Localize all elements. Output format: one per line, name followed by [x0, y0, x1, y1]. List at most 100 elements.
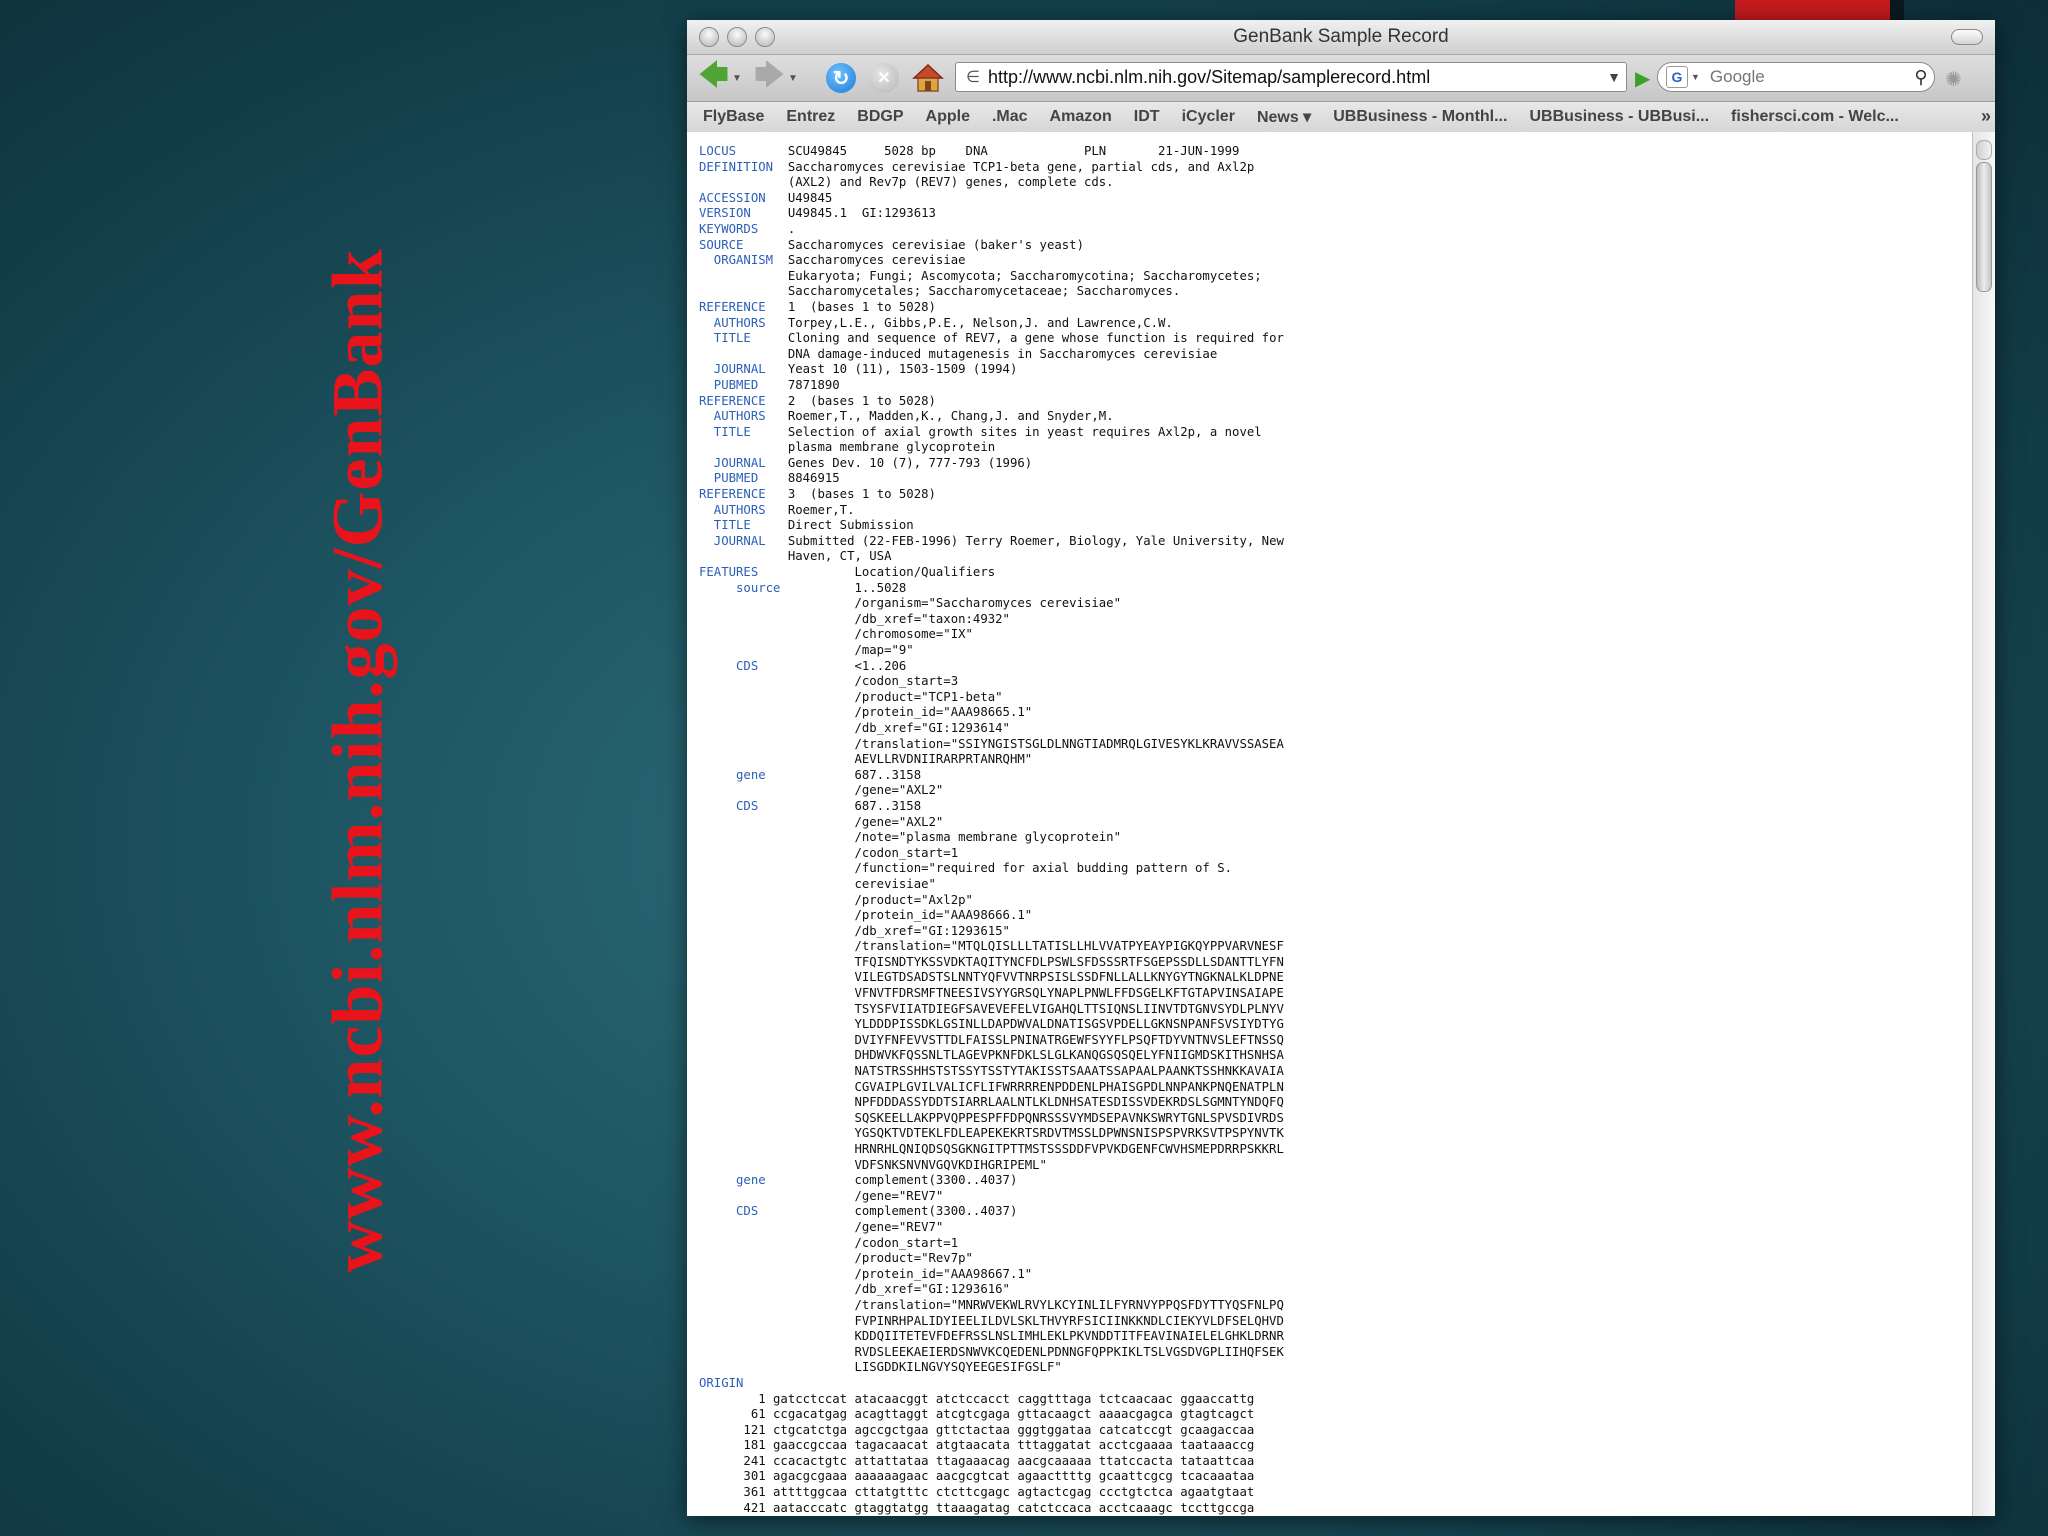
vertical-scrollbar[interactable] — [1972, 132, 1995, 1516]
record-line: REFERENCE 3 (bases 1 to 5028) — [699, 487, 1973, 503]
bookmark-apple[interactable]: Apple — [926, 108, 970, 126]
record-line: /map="9" — [699, 643, 1973, 659]
slide-title-text: www.ncbi.nlm.nih.gov/GenBank — [317, 247, 398, 1273]
record-keyword[interactable]: PUBMED — [699, 378, 758, 392]
record-value: /gene="REV7" — [699, 1188, 944, 1203]
record-value: /function="required for axial budding pa… — [699, 861, 1233, 876]
more-bookmarks-chevron-icon[interactable]: » — [1981, 106, 1991, 127]
dark-tab-decoration — [1890, 0, 1904, 20]
record-keyword[interactable]: AUTHORS — [699, 503, 766, 517]
record-value: 7871890 — [758, 377, 840, 392]
record-value: complement(3300..4037) — [765, 1173, 1018, 1188]
record-keyword[interactable]: gene — [699, 768, 766, 782]
record-keyword[interactable]: TITLE — [699, 518, 751, 532]
record-value: Eukaryota; Fungi; Ascomycota; Saccharomy… — [699, 268, 1262, 283]
record-line: ORIGIN — [699, 1376, 1973, 1392]
record-keyword[interactable]: CDS — [699, 799, 758, 813]
address-bar[interactable]: ∈ http://www.ncbi.nlm.nih.gov/Sitemap/sa… — [955, 62, 1627, 92]
bookmark-flybase[interactable]: FlyBase — [703, 108, 764, 126]
google-engine-icon[interactable]: G — [1666, 66, 1688, 88]
record-keyword[interactable]: gene — [699, 1173, 766, 1187]
genbank-record: LOCUS SCU49845 5028 bp DNA PLN 21-JUN-19… — [687, 132, 1973, 1516]
search-bar[interactable]: G▼ ⚲ — [1657, 62, 1935, 92]
record-value: /organism="Saccharomyces cerevisiae" — [699, 596, 1121, 611]
bookmark-icycler[interactable]: iCycler — [1182, 108, 1235, 126]
record-keyword[interactable]: JOURNAL — [699, 362, 766, 376]
bookmark-mac[interactable]: .Mac — [992, 108, 1028, 126]
record-keyword[interactable]: TITLE — [699, 425, 751, 439]
engine-chevron-down-icon[interactable]: ▼ — [1691, 72, 1700, 82]
browser-window: GenBank Sample Record 🡄 ▼ 🡆 ▼ ↻ ✕ ∈ http:/… — [687, 20, 1995, 1516]
record-value: complement(3300..4037) — [758, 1204, 1018, 1219]
toolbar-toggle-button[interactable] — [1951, 29, 1983, 45]
bookmark-ubbusiness-monthly[interactable]: UBBusiness - Monthl... — [1333, 108, 1507, 126]
record-line: SQSKEELLAKPPVQPPESPFFDPQNRSSSVYMDSEPAVNK… — [699, 1111, 1973, 1127]
scroll-thumb[interactable] — [1976, 162, 1992, 292]
record-keyword[interactable]: FEATURES — [699, 565, 758, 579]
home-button[interactable] — [909, 62, 947, 94]
reload-button[interactable]: ↻ — [824, 62, 858, 94]
record-keyword[interactable]: CDS — [699, 659, 758, 673]
record-value: Haven, CT, USA — [699, 549, 892, 564]
bookmark-bdgp[interactable]: BDGP — [857, 108, 903, 126]
record-keyword[interactable]: REFERENCE — [699, 394, 766, 408]
record-value: Yeast 10 (11), 1503-1509 (1994) — [765, 362, 1018, 377]
record-value: /note="plasma membrane glycoprotein" — [699, 830, 1121, 845]
record-keyword[interactable]: LOCUS — [699, 144, 736, 158]
record-line: /gene="AXL2" — [699, 783, 1973, 799]
record-keyword[interactable]: CDS — [699, 1204, 758, 1218]
bookmark-ubbusiness[interactable]: UBBusiness - UBBusi... — [1529, 108, 1709, 126]
record-keyword[interactable]: ORGANISM — [699, 253, 773, 267]
record-value: 1 (bases 1 to 5028) — [765, 299, 936, 314]
bookmark-entrez[interactable]: Entrez — [786, 108, 835, 126]
record-keyword[interactable]: AUTHORS — [699, 409, 766, 423]
bookmark-idt[interactable]: IDT — [1134, 108, 1160, 126]
search-input[interactable] — [1707, 66, 1908, 88]
record-keyword[interactable]: REFERENCE — [699, 300, 766, 314]
record-line: 421 aatacccatc gtaggtatgg ttaaagatag cat… — [699, 1501, 1973, 1516]
go-button-icon[interactable]: ▶ — [1635, 66, 1650, 91]
record-line: DEFINITION Saccharomyces cerevisiae TCP1… — [699, 160, 1973, 176]
record-keyword[interactable]: AUTHORS — [699, 316, 766, 330]
bookmark-fishersci[interactable]: fishersci.com - Welc... — [1731, 108, 1899, 126]
record-line: VERSION U49845.1 GI:1293613 — [699, 206, 1973, 222]
bookmark-news-folder[interactable]: News ▾ — [1257, 107, 1311, 127]
stop-button[interactable]: ✕ — [867, 62, 901, 94]
record-keyword[interactable]: JOURNAL — [699, 456, 766, 470]
window-title: GenBank Sample Record — [1233, 26, 1449, 47]
record-value: FVPINRHPALIDYIEELILDVLSKLTHVYRFSICIINKKN… — [699, 1313, 1284, 1328]
url-text[interactable]: http://www.ncbi.nlm.nih.gov/Sitemap/samp… — [988, 67, 1602, 88]
record-keyword[interactable]: ORIGIN — [699, 1376, 743, 1390]
record-value: Direct Submission — [750, 518, 914, 533]
record-line: HRNRHLQNIQDSQSGKNGITPTTMSTSSSDDFVPVKDGEN… — [699, 1142, 1973, 1158]
back-button[interactable]: 🡄 ▼ — [695, 59, 745, 94]
record-keyword[interactable]: source — [699, 581, 780, 595]
record-keyword[interactable]: PUBMED — [699, 471, 758, 485]
record-value: 3 (bases 1 to 5028) — [765, 487, 936, 502]
record-keyword[interactable]: DEFINITION — [699, 160, 773, 174]
scroll-up-button[interactable] — [1976, 140, 1992, 160]
record-value: 241 ccacactgtc attattataa ttagaaacag aac… — [699, 1453, 1255, 1468]
record-line: PUBMED 7871890 — [699, 378, 1973, 394]
record-value: SQSKEELLAKPPVQPPESPFFDPQNRSSSVYMDSEPAVNK… — [699, 1110, 1284, 1125]
record-keyword[interactable]: SOURCE — [699, 238, 743, 252]
record-line: /product="TCP1-beta" — [699, 690, 1973, 706]
record-line: REFERENCE 2 (bases 1 to 5028) — [699, 394, 1973, 410]
record-keyword[interactable]: VERSION — [699, 206, 751, 220]
record-value: /protein_id="AAA98665.1" — [699, 705, 1033, 720]
record-line: /product="Axl2p" — [699, 893, 1973, 909]
record-keyword[interactable]: REFERENCE — [699, 487, 766, 501]
record-keyword[interactable]: KEYWORDS — [699, 222, 758, 236]
record-keyword[interactable]: TITLE — [699, 331, 751, 345]
forward-button[interactable]: 🡆 ▼ — [751, 59, 801, 94]
url-history-dropdown-icon[interactable]: ▼ — [1602, 69, 1626, 85]
record-keyword[interactable]: JOURNAL — [699, 534, 766, 548]
search-icon[interactable]: ⚲ — [1908, 67, 1934, 88]
record-value: VILEGTDSADSTSLNNTYQFVVTNRPSISLSSDFNLLALL… — [699, 970, 1284, 985]
record-keyword[interactable]: ACCESSION — [699, 191, 766, 205]
record-value: Selection of axial growth sites in yeast… — [750, 424, 1262, 439]
bookmark-amazon[interactable]: Amazon — [1050, 108, 1112, 126]
record-value: 361 attttggcaa cttatgtttc ctcttcgagc agt… — [699, 1485, 1255, 1500]
record-value: 687..3158 — [758, 798, 922, 813]
record-value: SCU49845 5028 bp DNA PLN 21-JUN-1999 — [736, 144, 1240, 158]
